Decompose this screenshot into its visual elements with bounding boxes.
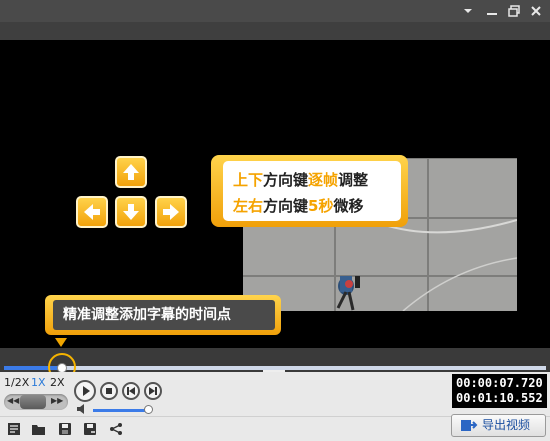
hint-adjust: 调整 xyxy=(338,171,369,189)
volume-icon[interactable] xyxy=(76,403,90,415)
save-as-icon[interactable] xyxy=(83,422,97,436)
arrow-left-key-icon xyxy=(76,196,108,228)
title-bar xyxy=(0,0,550,22)
speed-2x-button[interactable]: 2X xyxy=(50,376,65,389)
hint-five-seconds: 5秒 xyxy=(308,197,334,215)
timeline: ⌄ xyxy=(0,348,550,381)
hint-fine-move: 微移 xyxy=(333,197,364,215)
play-button[interactable] xyxy=(74,380,96,402)
hint-arrow-keys-2: 方向键 xyxy=(263,197,309,215)
arrow-right-key-icon xyxy=(155,196,187,228)
total-duration: 00:01:10.552 xyxy=(456,391,543,405)
stop-button[interactable] xyxy=(100,382,118,400)
hint-line-2: 左右方向键5秒微移 xyxy=(233,193,401,219)
share-icon[interactable] xyxy=(109,422,123,436)
open-folder-icon[interactable] xyxy=(31,422,45,436)
tip-pointer xyxy=(55,338,67,347)
export-video-label: 导出视频 xyxy=(482,418,531,432)
new-subtitle-icon[interactable] xyxy=(7,422,21,436)
hint-left-right: 左右 xyxy=(233,197,264,215)
hint-line-1: 上下方向键逐帧调整 xyxy=(233,167,401,193)
keyboard-hint-text: 上下方向键逐帧调整 左右方向键5秒微移 xyxy=(223,161,401,221)
next-frame-button[interactable] xyxy=(144,382,162,400)
volume-slider[interactable] xyxy=(93,409,148,412)
export-video-button[interactable]: 导出视频 xyxy=(451,414,546,437)
previous-frame-button[interactable] xyxy=(122,382,140,400)
menu-strip xyxy=(0,22,550,40)
minimize-icon[interactable] xyxy=(484,3,500,19)
time-display: 00:00:07.720 00:01:10.552 xyxy=(452,374,547,408)
hint-arrow-keys-1: 方向键 xyxy=(263,171,309,189)
export-icon xyxy=(461,420,478,431)
close-icon[interactable] xyxy=(528,3,544,19)
timing-tip-text: 精准调整添加字幕的时间点 xyxy=(53,300,275,330)
hint-frame-by-frame: 逐帧 xyxy=(308,171,339,189)
keyboard-hint-callout: 上下方向键逐帧调整 左右方向键5秒微移 xyxy=(211,155,408,227)
save-icon[interactable] xyxy=(58,422,72,436)
timing-tip: 精准调整添加字幕的时间点 xyxy=(45,295,281,335)
hint-up-down: 上下 xyxy=(233,171,264,189)
speed-half-button[interactable]: 1/2X xyxy=(4,376,29,389)
restore-icon[interactable] xyxy=(506,3,522,19)
current-time: 00:00:07.720 xyxy=(456,376,543,390)
speed-up-icon[interactable]: ▶▶ xyxy=(51,396,63,405)
chevron-down-icon[interactable] xyxy=(460,3,476,19)
arrow-down-key-icon xyxy=(115,196,147,228)
speed-slider-knob[interactable] xyxy=(20,395,46,409)
speed-down-icon[interactable]: ◀◀ xyxy=(7,396,19,405)
arrow-up-key-icon xyxy=(115,156,147,188)
speed-1x-button[interactable]: 1X xyxy=(31,376,46,389)
volume-thumb[interactable] xyxy=(144,405,153,414)
